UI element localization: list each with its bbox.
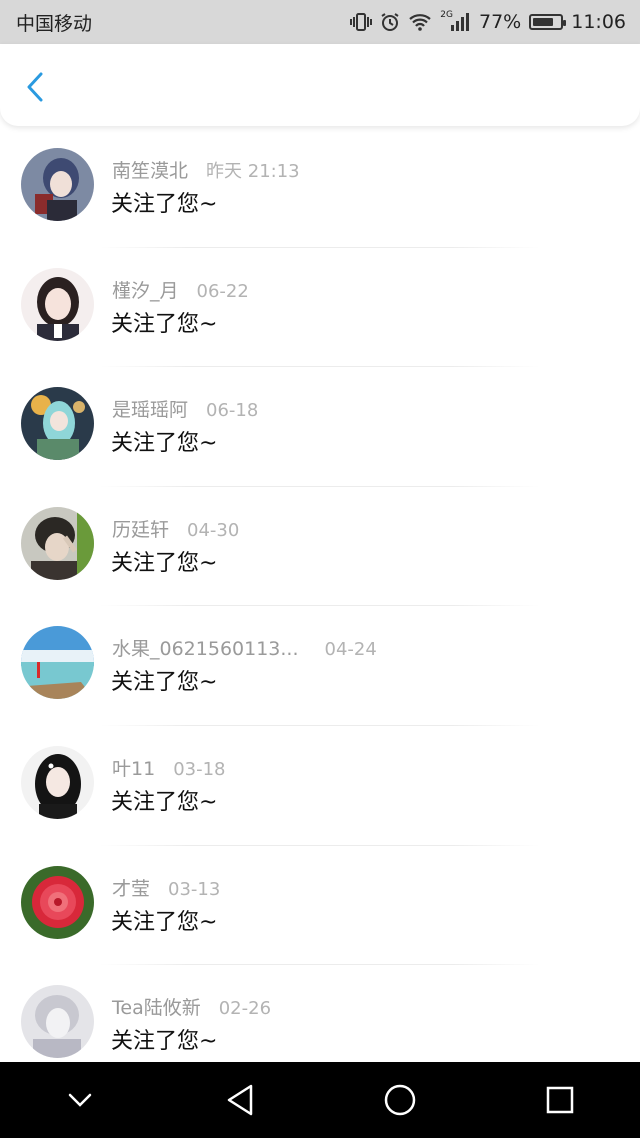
follow-time: 06-22 xyxy=(196,280,249,302)
follower-name[interactable]: 叶11 xyxy=(112,758,155,780)
nav-home-button[interactable] xyxy=(370,1070,430,1130)
follower-name[interactable]: 南笙漠北 xyxy=(112,160,188,182)
list-item-meta: Tea陆攸新 02-26 xyxy=(112,993,271,1020)
clock: 11:06 xyxy=(571,11,626,33)
network-type: 2G xyxy=(440,9,453,20)
follow-time: 04-30 xyxy=(187,519,240,541)
chevron-down-icon xyxy=(68,1093,92,1107)
follow-time: 昨天 21:13 xyxy=(206,161,300,182)
notification-text: 关注了您~ xyxy=(111,192,218,217)
notification-text: 关注了您~ xyxy=(111,550,218,576)
avatar[interactable] xyxy=(21,387,94,461)
notification-text: 关注了您~ xyxy=(111,431,218,457)
hide-nav-button[interactable] xyxy=(50,1070,110,1130)
nav-back-button[interactable] xyxy=(210,1070,270,1130)
list-item[interactable]: 才莹 03-13 关注了您~ xyxy=(0,846,640,966)
system-nav-bar xyxy=(0,1062,640,1138)
follower-list: 南笙漠北 昨天 21:13 关注了您~ 槿汐_月 06-22 关注了您~ 是瑶瑶阿 0… xyxy=(0,128,640,1062)
list-item-meta: 历廷轩 04-30 xyxy=(112,515,239,542)
list-item-meta: 水果_0621560113... 04-24 xyxy=(112,634,377,661)
list-item-meta: 是瑶瑶阿 06-18 xyxy=(112,395,258,422)
follow-time: 04-24 xyxy=(324,639,377,661)
recents-square-icon xyxy=(546,1086,574,1114)
follower-name[interactable]: 水果_0621560113... xyxy=(112,638,299,660)
wifi-icon xyxy=(408,13,432,31)
avatar[interactable] xyxy=(21,267,94,341)
list-item[interactable]: 南笙漠北 昨天 21:13 关注了您~ xyxy=(0,128,640,248)
list-item[interactable]: Tea陆攸新 02-26 关注了您~ xyxy=(0,965,640,1062)
list-item[interactable]: 历廷轩 04-30 关注了您~ xyxy=(0,487,640,607)
notification-text: 关注了您~ xyxy=(111,789,218,815)
top-app-bar xyxy=(0,44,640,126)
battery-icon xyxy=(529,14,567,30)
list-item-meta: 叶11 03-18 xyxy=(112,754,226,781)
notification-text: 关注了您~ xyxy=(111,311,218,337)
list-item[interactable]: 叶11 03-18 关注了您~ xyxy=(0,726,640,846)
avatar[interactable] xyxy=(21,985,94,1059)
home-circle-icon xyxy=(384,1084,416,1116)
list-item[interactable]: 槿汐_月 06-22 关注了您~ xyxy=(0,248,640,368)
avatar[interactable] xyxy=(21,626,94,700)
back-button[interactable] xyxy=(20,70,50,104)
avatar[interactable] xyxy=(21,745,94,819)
follow-time: 06-18 xyxy=(206,400,259,422)
list-item[interactable]: 水果_0621560113... 04-24 关注了您~ xyxy=(0,606,640,726)
chevron-left-icon xyxy=(27,72,43,102)
vibrate-icon xyxy=(350,12,373,32)
follower-name[interactable]: 是瑶瑶阿 xyxy=(112,399,188,421)
battery-percent: 77% xyxy=(479,11,522,33)
list-item-meta: 才莹 03-13 xyxy=(112,874,220,901)
list-item-meta: 南笙漠北 昨天 21:13 xyxy=(112,156,300,183)
follow-time: 02-26 xyxy=(218,998,272,1020)
notification-text: 关注了您~ xyxy=(111,909,218,935)
follower-name[interactable]: 才莹 xyxy=(112,878,150,900)
carrier-name: 中国移动 xyxy=(16,12,93,35)
follower-name[interactable]: 槿汐_月 xyxy=(112,280,179,302)
list-item[interactable]: 是瑶瑶阿 06-18 关注了您~ xyxy=(0,367,640,487)
follower-name[interactable]: 历廷轩 xyxy=(112,519,169,541)
signal-icon: 2G xyxy=(440,9,471,31)
back-triangle-icon xyxy=(227,1084,253,1116)
list-item-meta: 槿汐_月 06-22 xyxy=(112,276,249,303)
status-bar: 中国移动 2G 77% 11:06 xyxy=(0,0,640,44)
notification-text: 关注了您~ xyxy=(111,670,218,696)
status-icons: 2G 77% 11:06 xyxy=(350,9,626,33)
follow-time: 03-18 xyxy=(173,758,226,780)
avatar[interactable] xyxy=(21,148,94,221)
avatar[interactable] xyxy=(21,865,94,939)
nav-recents-button[interactable] xyxy=(530,1070,590,1130)
avatar[interactable] xyxy=(21,506,94,580)
alarm-icon xyxy=(380,12,400,32)
follow-time: 03-13 xyxy=(168,878,221,900)
follower-name[interactable]: Tea陆攸新 xyxy=(112,997,201,1019)
notification-text: 关注了您~ xyxy=(111,1029,218,1055)
